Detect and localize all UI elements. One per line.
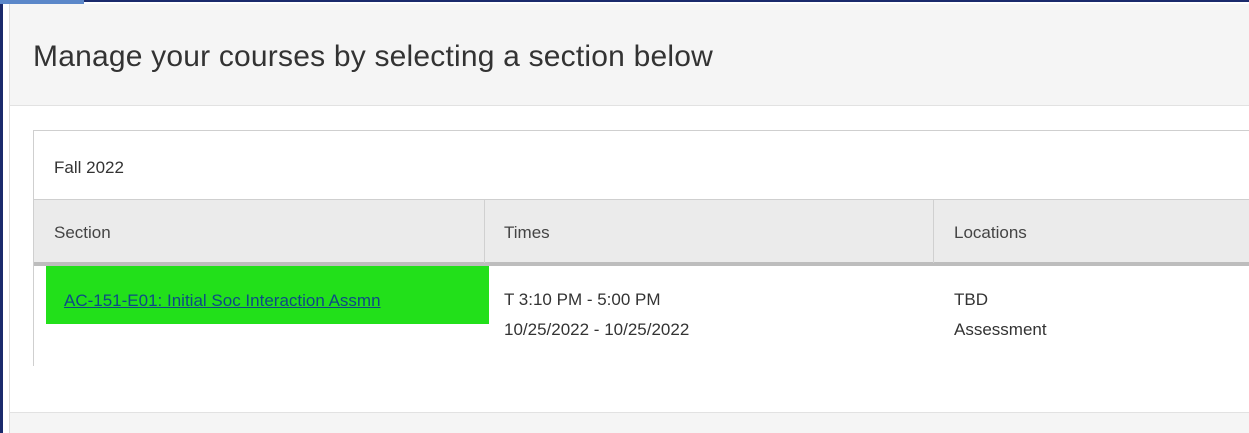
page-title: Manage your courses by selecting a secti… (33, 40, 713, 73)
column-divider (933, 200, 934, 263)
table-row: AC-151-E01: Initial Soc Interaction Assm… (34, 266, 1249, 366)
column-header-section: Section (54, 223, 111, 242)
column-header-locations: Locations (954, 223, 1027, 242)
page-header: Manage your courses by selecting a secti… (9, 4, 1249, 106)
table-header: Section Times Locations (34, 199, 1249, 266)
location-line-2: Assessment (954, 320, 1047, 339)
footer-bar (9, 412, 1249, 433)
location-line-1: TBD (954, 290, 988, 309)
term-title: Fall 2022 (54, 158, 124, 177)
term-panel: Fall 2022 Section Times Locations AC-151… (33, 130, 1249, 366)
section-link[interactable]: AC-151-E01: Initial Soc Interaction Assm… (64, 291, 381, 311)
times-line-1: T 3:10 PM - 5:00 PM (504, 290, 661, 309)
column-divider (484, 200, 485, 263)
times-line-2: 10/25/2022 - 10/25/2022 (504, 320, 690, 339)
column-header-times: Times (504, 223, 550, 242)
